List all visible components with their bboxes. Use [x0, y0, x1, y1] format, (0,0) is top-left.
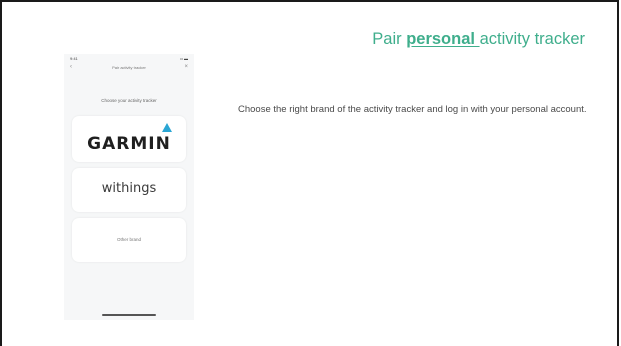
screen-title: Pair activity tracker: [112, 65, 146, 70]
other-brand-label: Other brand: [116, 237, 141, 242]
choose-tracker-prompt: Choose your activity tracker: [101, 98, 157, 103]
home-indicator: [102, 314, 156, 316]
nav-bar: ‹ Pair activity tracker ×: [64, 64, 194, 74]
close-icon[interactable]: ×: [184, 64, 188, 70]
slide: Pair personal activity tracker Choose th…: [0, 0, 619, 346]
brand-card-other[interactable]: Other brand: [72, 218, 186, 262]
slide-title: Pair personal activity tracker: [372, 30, 585, 49]
phone-screenshot: 9:41 •• ▬ ‹ Pair activity tracker × Choo…: [64, 54, 194, 320]
brand-card-garmin[interactable]: GARMIN: [72, 116, 186, 162]
title-suffix: activity tracker: [479, 30, 585, 48]
signal-icon: •• ▬: [180, 56, 188, 61]
garmin-triangle-icon: [162, 123, 172, 132]
withings-logo: withings: [101, 181, 157, 196]
brand-card-withings[interactable]: withings: [72, 168, 186, 212]
status-time: 9:41: [70, 56, 78, 61]
garmin-logo: GARMIN: [87, 134, 171, 154]
title-emphasis: personal: [406, 30, 480, 48]
slide-description: Choose the right brand of the activity t…: [238, 104, 587, 115]
title-prefix: Pair: [372, 30, 407, 48]
